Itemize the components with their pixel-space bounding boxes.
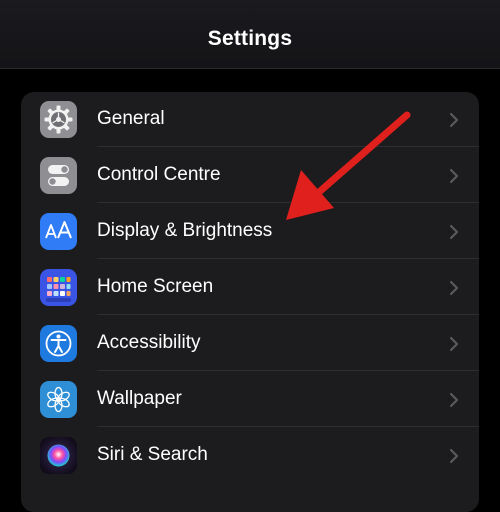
settings-item-accessibility[interactable]: Accessibility [21,316,479,371]
separator [97,314,479,315]
settings-item-label: Wallpaper [97,388,182,409]
settings-item-label: Accessibility [97,332,201,353]
separator [97,426,479,427]
settings-item-label: Display & Brightness [97,220,273,241]
settings-item-siri-search[interactable]: Siri & Search [21,428,479,483]
settings-item-label: General [97,108,165,129]
siri-icon [40,437,77,474]
chevron-right-icon [449,448,459,464]
text-size-icon [40,213,77,250]
separator [97,146,479,147]
settings-list: General Control Centre Display & Brightn… [21,92,479,512]
chevron-right-icon [449,336,459,352]
separator [97,202,479,203]
chevron-right-icon [449,392,459,408]
settings-item-label: Siri & Search [97,444,208,465]
settings-item-wallpaper[interactable]: Wallpaper [21,372,479,427]
separator [97,370,479,371]
toggles-icon [40,157,77,194]
separator [97,258,479,259]
settings-item-label: Home Screen [97,276,214,297]
gear-icon [40,101,77,138]
chevron-right-icon [449,280,459,296]
chevron-right-icon [449,224,459,240]
app-grid-icon [40,269,77,306]
accessibility-icon [40,325,77,362]
chevron-right-icon [449,112,459,128]
page-title: Settings [207,27,293,50]
settings-item-home-screen[interactable]: Home Screen [21,260,479,315]
settings-item-general[interactable]: General [21,92,479,147]
settings-item-control-centre[interactable]: Control Centre [21,148,479,203]
chevron-right-icon [449,168,459,184]
navigation-bar: Settings [0,0,500,69]
settings-item-display-brightness[interactable]: Display & Brightness [21,204,479,259]
flower-icon [40,381,77,418]
settings-item-label: Control Centre [97,164,221,185]
